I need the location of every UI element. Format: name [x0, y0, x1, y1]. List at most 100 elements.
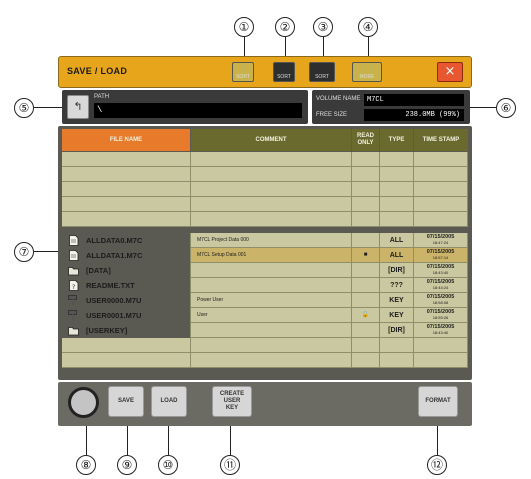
file-comment — [191, 263, 352, 278]
empty-row — [62, 338, 468, 353]
sort-timestamp-button[interactable]: SORT — [309, 62, 335, 82]
more-button[interactable]: MORE — [352, 62, 382, 82]
time-stamp-time: 18:57:14 — [432, 255, 449, 260]
file-row-alldata0[interactable]: ALLDATA0.M7C M7CL Project Data 000 ALL 0… — [62, 233, 468, 248]
parent-directory-button[interactable]: ↰ — [67, 95, 89, 119]
empty-row — [62, 212, 468, 227]
path-label: PATH — [94, 94, 110, 100]
sort-filename-label: SORT — [236, 74, 250, 80]
volume-name-label: VOLUME NAME — [316, 96, 361, 102]
more-label: MORE — [359, 74, 375, 80]
callout-7: ⑦ — [14, 242, 34, 262]
free-size-label: FREE SIZE — [316, 112, 348, 118]
path-panel: ↰ PATH \ — [62, 90, 308, 124]
file-name: USER0000.M7U — [62, 293, 191, 308]
time-stamp-time: 18:59:26 — [432, 315, 449, 320]
scroll-knob[interactable] — [68, 387, 99, 418]
lock-icon: 🔒 — [352, 308, 380, 323]
close-button[interactable]: × — [437, 62, 463, 82]
column-comment[interactable]: COMMENT — [191, 129, 352, 151]
callout-2: ② — [275, 17, 295, 37]
file-list: FILE NAME COMMENT READ ONLY TYPE TIME ST… — [58, 126, 472, 380]
read-only-indicator — [352, 233, 380, 248]
save-button[interactable]: SAVE — [108, 386, 144, 417]
create-user-key-button[interactable]: CREATE USER KEY — [212, 386, 252, 417]
file-type: ALL — [380, 233, 414, 248]
callout-line-6 — [470, 107, 496, 108]
empty-row — [62, 353, 468, 368]
bottom-toolbar: SAVE LOAD CREATE USER KEY FORMAT — [58, 382, 472, 426]
callout-1: ① — [234, 17, 254, 37]
file-comment — [191, 323, 352, 338]
empty-row — [62, 167, 468, 182]
file-row-data-folder[interactable]: [DATA] [DIR] 07/15/2005 18:43:40 — [62, 263, 468, 278]
column-file-name[interactable]: FILE NAME — [62, 129, 191, 151]
callout-10: ⑩ — [158, 455, 178, 475]
read-only-indicator — [352, 293, 380, 308]
time-stamp-time: 18:58:08 — [432, 300, 449, 305]
volume-name-value: M7CL — [364, 94, 464, 106]
empty-row — [62, 182, 468, 197]
time-stamp: 07/15/2005 18:47:24 — [414, 233, 468, 248]
read-only-indicator — [352, 278, 380, 293]
file-comment — [191, 278, 352, 293]
format-button[interactable]: FORMAT — [418, 386, 458, 417]
time-stamp-time: 18:47:24 — [432, 240, 449, 245]
path-field: \ — [94, 103, 302, 118]
file-comment: User — [191, 308, 352, 323]
time-stamp-time: 18:43:40 — [432, 330, 449, 335]
time-stamp: 07/15/2005 18:59:26 — [414, 308, 468, 323]
file-list-header: FILE NAME COMMENT READ ONLY TYPE TIME ST… — [62, 129, 468, 151]
time-stamp-time: 18:43:40 — [432, 270, 449, 275]
column-read-only: READ ONLY — [352, 129, 380, 151]
file-type: [DIR] — [380, 323, 414, 338]
file-type: KEY — [380, 308, 414, 323]
file-row-alldata1-selected[interactable]: ALLDATA1.M7C M7CL Setup Data 001 ■ ALL 0… — [62, 248, 468, 263]
time-stamp: 07/15/2005 18:43:40 — [414, 263, 468, 278]
sort-comment-label: SORT — [277, 74, 291, 80]
volume-panel: VOLUME NAME M7CL FREE SIZE 238.0MB (99%) — [312, 90, 470, 124]
time-stamp: 07/15/2005 18:44:24 — [414, 278, 468, 293]
time-stamp-time: 18:44:24 — [432, 285, 449, 290]
callout-3: ③ — [313, 17, 333, 37]
file-type: [DIR] — [380, 263, 414, 278]
file-row-user0001[interactable]: USER0001.M7U User 🔒 KEY 07/15/2005 18:59:… — [62, 308, 468, 323]
file-name: ALLDATA1.M7C — [62, 248, 191, 263]
file-row-userkey-folder[interactable]: [USERKEY] [DIR] 07/15/2005 18:43:40 — [62, 323, 468, 338]
file-comment: Power User — [191, 293, 352, 308]
callout-12: ⑫ — [427, 455, 447, 475]
sort-timestamp-label: SORT — [315, 74, 329, 80]
time-stamp: 07/15/2005 18:43:40 — [414, 323, 468, 338]
time-stamp: 07/15/2005 18:57:14 — [414, 248, 468, 263]
read-only-indicator — [352, 263, 380, 278]
file-name: USER0001.M7U — [62, 308, 191, 323]
sort-comment-button[interactable]: SORT — [273, 62, 295, 82]
file-row-readme[interactable]: ? README.TXT ??? 07/15/2005 18:44:24 — [62, 278, 468, 293]
callout-9: ⑨ — [117, 455, 137, 475]
load-button[interactable]: LOAD — [151, 386, 187, 417]
file-row-user0000[interactable]: USER0000.M7U Power User KEY 07/15/2005 18… — [62, 293, 468, 308]
callout-11: ⑪ — [220, 455, 240, 475]
file-name: [DATA] — [62, 263, 191, 278]
time-stamp: 07/15/2005 18:58:08 — [414, 293, 468, 308]
callout-line-5 — [34, 107, 62, 108]
callout-8: ⑧ — [76, 455, 96, 475]
sort-filename-button[interactable]: SORT — [232, 62, 254, 82]
read-only-indicator: ■ — [352, 248, 380, 263]
column-type: TYPE — [380, 129, 414, 151]
file-type: ALL — [380, 248, 414, 263]
free-size-value: 238.0MB (99%) — [364, 109, 464, 121]
file-comment: M7CL Setup Data 001 — [191, 248, 352, 263]
title-bar: SAVE / LOAD SORT SORT SORT MORE × — [58, 56, 472, 88]
empty-row — [62, 152, 468, 167]
callout-5: ⑤ — [14, 98, 34, 118]
file-comment: M7CL Project Data 000 — [191, 233, 352, 248]
column-time-stamp[interactable]: TIME STAMP — [414, 129, 468, 151]
file-name: README.TXT — [62, 278, 191, 293]
callout-4: ④ — [358, 17, 378, 37]
window-title: SAVE / LOAD — [67, 66, 128, 76]
file-name: ALLDATA0.M7C — [62, 233, 191, 248]
callout-6: ⑥ — [496, 98, 516, 118]
empty-row — [62, 197, 468, 212]
callout-line-7 — [34, 251, 58, 252]
